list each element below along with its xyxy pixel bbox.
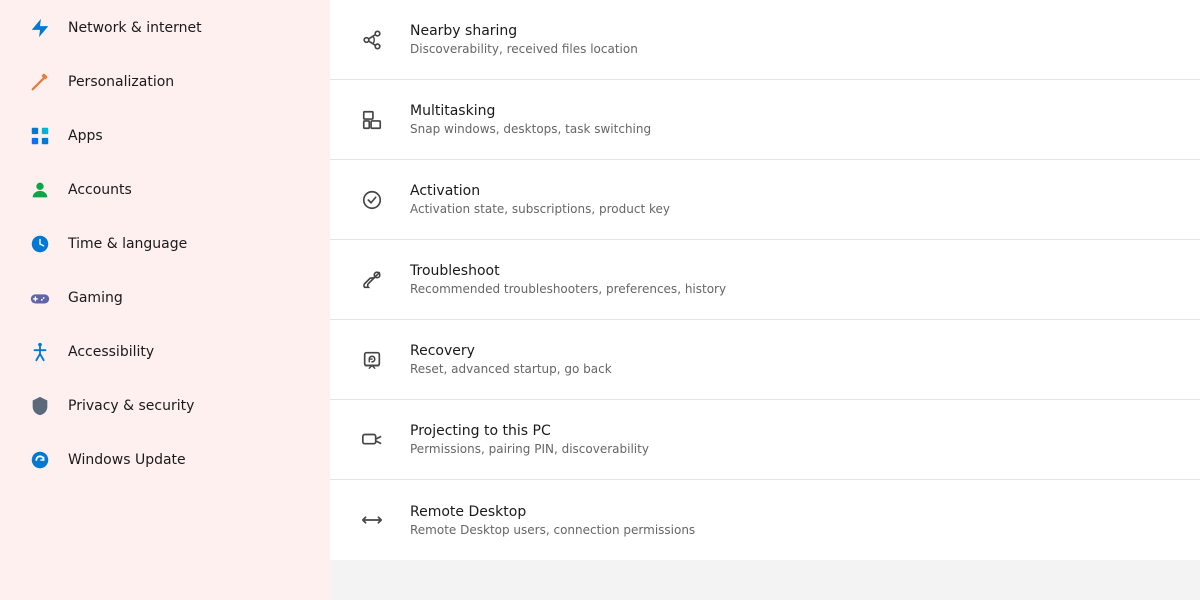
sidebar-item-time-label: Time & language	[68, 236, 187, 252]
recovery-desc: Reset, advanced startup, go back	[410, 362, 612, 376]
troubleshoot-text: Troubleshoot Recommended troubleshooters…	[410, 263, 726, 296]
multitasking-text: Multitasking Snap windows, desktops, tas…	[410, 103, 651, 136]
projecting-icon	[354, 422, 390, 458]
sidebar-item-gaming-label: Gaming	[68, 290, 123, 306]
projecting-desc: Permissions, pairing PIN, discoverabilit…	[410, 442, 649, 456]
remote-desktop-text: Remote Desktop Remote Desktop users, con…	[410, 504, 695, 537]
settings-item-troubleshoot[interactable]: Troubleshoot Recommended troubleshooters…	[330, 240, 1200, 320]
nearby-sharing-text: Nearby sharing Discoverability, received…	[410, 23, 638, 56]
accounts-icon	[28, 178, 52, 202]
sidebar-item-network-label: Network & internet	[68, 20, 202, 36]
update-icon	[28, 448, 52, 472]
troubleshoot-icon	[354, 262, 390, 298]
projecting-title: Projecting to this PC	[410, 423, 649, 439]
settings-item-recovery[interactable]: Recovery Reset, advanced startup, go bac…	[330, 320, 1200, 400]
troubleshoot-title: Troubleshoot	[410, 263, 726, 279]
sidebar-item-accessibility[interactable]: Accessibility	[8, 326, 322, 378]
multitasking-icon	[354, 102, 390, 138]
main-content: Nearby sharing Discoverability, received…	[330, 0, 1200, 600]
settings-item-nearby-sharing[interactable]: Nearby sharing Discoverability, received…	[330, 0, 1200, 80]
sidebar-item-accounts-label: Accounts	[68, 182, 132, 198]
personalization-icon	[28, 70, 52, 94]
nearby-sharing-title: Nearby sharing	[410, 23, 638, 39]
gaming-icon	[28, 286, 52, 310]
sidebar: Network & internet Personalization Apps	[0, 0, 330, 600]
settings-item-activation[interactable]: Activation Activation state, subscriptio…	[330, 160, 1200, 240]
privacy-icon	[28, 394, 52, 418]
sidebar-item-privacy-label: Privacy & security	[68, 398, 194, 414]
activation-icon	[354, 182, 390, 218]
accessibility-icon	[28, 340, 52, 364]
sidebar-item-apps-label: Apps	[68, 128, 103, 144]
activation-desc: Activation state, subscriptions, product…	[410, 202, 670, 216]
multitasking-desc: Snap windows, desktops, task switching	[410, 122, 651, 136]
sidebar-item-network[interactable]: Network & internet	[8, 2, 322, 54]
sidebar-item-accounts[interactable]: Accounts	[8, 164, 322, 216]
remote-desktop-title: Remote Desktop	[410, 504, 695, 520]
settings-item-multitasking[interactable]: Multitasking Snap windows, desktops, tas…	[330, 80, 1200, 160]
remote-desktop-icon	[354, 502, 390, 538]
sidebar-item-update[interactable]: Windows Update	[8, 434, 322, 486]
sidebar-item-time[interactable]: Time & language	[8, 218, 322, 270]
settings-item-remote-desktop[interactable]: Remote Desktop Remote Desktop users, con…	[330, 480, 1200, 560]
apps-icon	[28, 124, 52, 148]
multitasking-title: Multitasking	[410, 103, 651, 119]
recovery-icon	[354, 342, 390, 378]
remote-desktop-desc: Remote Desktop users, connection permiss…	[410, 523, 695, 537]
projecting-text: Projecting to this PC Permissions, pairi…	[410, 423, 649, 456]
nearby-sharing-desc: Discoverability, received files location	[410, 42, 638, 56]
activation-title: Activation	[410, 183, 670, 199]
sidebar-item-personalization[interactable]: Personalization	[8, 56, 322, 108]
settings-item-projecting[interactable]: Projecting to this PC Permissions, pairi…	[330, 400, 1200, 480]
nearby-sharing-icon	[354, 22, 390, 58]
network-icon	[28, 16, 52, 40]
sidebar-item-privacy[interactable]: Privacy & security	[8, 380, 322, 432]
sidebar-item-gaming[interactable]: Gaming	[8, 272, 322, 324]
troubleshoot-desc: Recommended troubleshooters, preferences…	[410, 282, 726, 296]
activation-text: Activation Activation state, subscriptio…	[410, 183, 670, 216]
recovery-text: Recovery Reset, advanced startup, go bac…	[410, 343, 612, 376]
sidebar-item-update-label: Windows Update	[68, 452, 186, 468]
sidebar-item-apps[interactable]: Apps	[8, 110, 322, 162]
sidebar-item-personalization-label: Personalization	[68, 74, 174, 90]
sidebar-item-accessibility-label: Accessibility	[68, 344, 154, 360]
time-icon	[28, 232, 52, 256]
recovery-title: Recovery	[410, 343, 612, 359]
